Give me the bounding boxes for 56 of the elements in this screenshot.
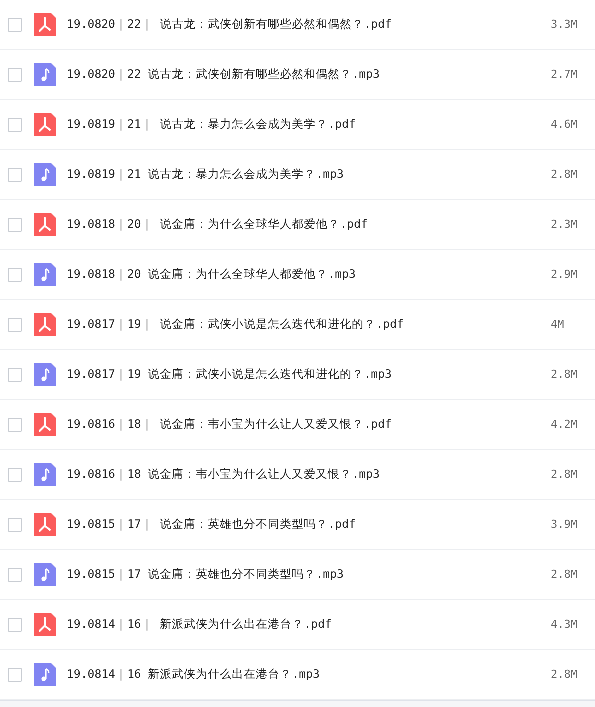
file-size: 4M	[551, 318, 566, 331]
pdf-icon	[34, 513, 56, 536]
pdf-icon	[34, 413, 56, 436]
file-size: 3.9M	[551, 518, 578, 531]
file-name[interactable]: 19.0815｜17｜ 说金庸：英雄也分不同类型吗？.pdf	[67, 517, 551, 532]
pdf-icon	[34, 13, 56, 36]
file-name[interactable]: 19.0820｜22｜ 说古龙：武侠创新有哪些必然和偶然？.pdf	[67, 17, 551, 32]
file-size: 2.8M	[551, 468, 578, 481]
checkbox[interactable]	[8, 568, 22, 582]
pdf-icon	[34, 613, 56, 636]
checkbox[interactable]	[8, 418, 22, 432]
file-size: 2.3M	[551, 218, 578, 231]
file-name[interactable]: 19.0814｜16 新派武侠为什么出在港台？.mp3	[67, 667, 551, 682]
file-size: 4.6M	[551, 118, 578, 131]
file-name[interactable]: 19.0816｜18 说金庸：韦小宝为什么让人又爱又恨？.mp3	[67, 467, 551, 482]
file-size: 2.8M	[551, 668, 578, 681]
file-name[interactable]: 19.0818｜20 说金庸：为什么全球华人都爱他？.mp3	[67, 267, 551, 282]
pdf-icon	[34, 113, 56, 136]
file-name[interactable]: 19.0818｜20｜ 说金庸：为什么全球华人都爱他？.pdf	[67, 217, 551, 232]
file-name[interactable]: 19.0815｜17 说金庸：英雄也分不同类型吗？.mp3	[67, 567, 551, 582]
checkbox[interactable]	[8, 668, 22, 682]
file-size: 2.8M	[551, 368, 578, 381]
checkbox[interactable]	[8, 618, 22, 632]
file-size: 2.8M	[551, 168, 578, 181]
checkbox[interactable]	[8, 18, 22, 32]
checkbox[interactable]	[8, 168, 22, 182]
music-note-icon	[34, 63, 56, 86]
file-size: 2.9M	[551, 268, 578, 281]
checkbox[interactable]	[8, 268, 22, 282]
checkbox[interactable]	[8, 118, 22, 132]
checkbox[interactable]	[8, 468, 22, 482]
checkbox[interactable]	[8, 218, 22, 232]
checkbox[interactable]	[8, 68, 22, 82]
file-size: 3.3M	[551, 18, 578, 31]
file-name[interactable]: 19.0819｜21｜ 说古龙：暴力怎么会成为美学？.pdf	[67, 117, 551, 132]
pdf-icon	[34, 313, 56, 336]
music-note-icon	[34, 163, 56, 186]
music-note-icon	[34, 363, 56, 386]
file-name[interactable]: 19.0816｜18｜ 说金庸：韦小宝为什么让人又爱又恨？.pdf	[67, 417, 551, 432]
music-note-icon	[34, 563, 56, 586]
checkbox[interactable]	[8, 518, 22, 532]
file-name[interactable]: 19.0817｜19 说金庸：武侠小说是怎么迭代和进化的？.mp3	[67, 367, 551, 382]
checkbox[interactable]	[8, 368, 22, 382]
file-name[interactable]: 19.0817｜19｜ 说金庸：武侠小说是怎么迭代和进化的？.pdf	[67, 317, 551, 332]
music-note-icon	[34, 463, 56, 486]
file-size: 2.7M	[551, 68, 578, 81]
file-size: 2.8M	[551, 568, 578, 581]
file-name[interactable]: 19.0814｜16｜ 新派武侠为什么出在港台？.pdf	[67, 617, 551, 632]
file-size: 4.3M	[551, 618, 578, 631]
file-name[interactable]: 19.0820｜22 说古龙：武侠创新有哪些必然和偶然？.mp3	[67, 67, 551, 82]
checkbox[interactable]	[8, 318, 22, 332]
pdf-icon	[34, 213, 56, 236]
file-size: 4.2M	[551, 418, 578, 431]
music-note-icon	[34, 663, 56, 686]
music-note-icon	[34, 263, 56, 286]
file-name[interactable]: 19.0819｜21 说古龙：暴力怎么会成为美学？.mp3	[67, 167, 551, 182]
